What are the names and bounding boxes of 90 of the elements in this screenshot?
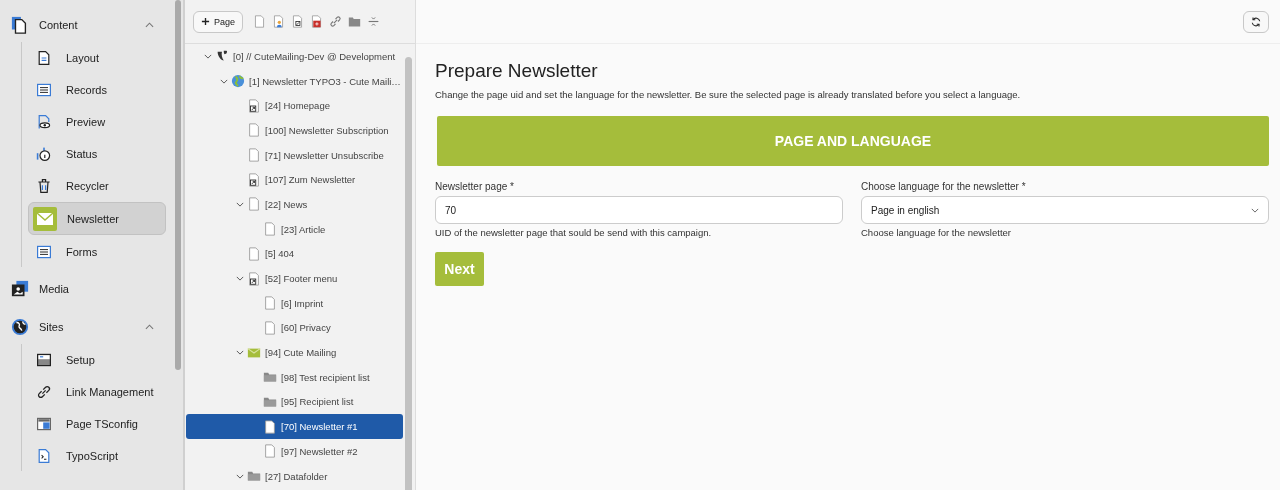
module-item[interactable]: Preview (28, 106, 166, 137)
chevron-icon[interactable] (203, 53, 212, 59)
refresh-icon (1250, 15, 1262, 28)
page-icon (263, 296, 277, 311)
layout-icon (36, 415, 52, 432)
shortcut-page-icon (247, 271, 261, 286)
tree-node[interactable]: [94] Cute Mailing (186, 340, 403, 365)
list-icon (36, 81, 52, 98)
page-icon (11, 16, 29, 34)
shortcut-page-icon (247, 98, 261, 113)
input-field[interactable]: 70 (435, 196, 843, 224)
link-icon (36, 383, 52, 400)
scrollbar-thumb[interactable] (175, 0, 181, 370)
plus-icon (201, 17, 210, 26)
window-icon (36, 351, 52, 368)
chevron-icon[interactable] (235, 201, 244, 207)
page-icon (263, 419, 277, 434)
tree-node[interactable]: [6] Imprint (186, 290, 403, 316)
tree-node[interactable]: [24] Homepage (186, 93, 403, 119)
globe-icon (11, 318, 29, 336)
folder-icon[interactable] (348, 15, 362, 28)
module-item[interactable]: Link Management (28, 376, 166, 407)
help-text: UID of the newsletter page that sould be send with this campaign. (435, 227, 713, 238)
tree-node[interactable]: [52] Footer menu (186, 266, 403, 291)
module-item[interactable]: Setup (28, 344, 166, 375)
help-text: Choose language for the newsletter (861, 227, 1012, 238)
chevron-icon[interactable] (219, 78, 228, 84)
description: Change the page uid and set the language for the newsletter. Be sure the selected page is already translated before you select a language. (435, 89, 1022, 100)
eye-icon (36, 113, 52, 130)
chevron-icon[interactable] (235, 350, 244, 356)
tree-node[interactable]: [95] Recipient list (186, 389, 403, 415)
page-plus-icon[interactable] (310, 15, 324, 28)
page-icon (247, 148, 261, 163)
divider-icon[interactable] (367, 15, 381, 28)
shortcut-page-icon[interactable] (291, 15, 305, 28)
module-group-label[interactable]: Media (39, 283, 174, 295)
chevron-icon[interactable] (235, 276, 244, 282)
tree-node[interactable]: [1] Newsletter TYPO3 - Cute Maili… (186, 68, 403, 94)
list-icon (36, 243, 52, 260)
tree-node[interactable]: [60] Privacy (186, 315, 403, 341)
image-icon (11, 280, 29, 298)
page-title: Prepare Newsletter (435, 60, 599, 82)
page-icon (263, 222, 277, 237)
document-icon (36, 49, 52, 66)
tree-node[interactable]: [107] Zum Newsletter (186, 167, 403, 193)
chevron-icon[interactable] (235, 473, 244, 479)
terminal-file-icon (36, 447, 52, 464)
field-label: Newsletter page * (435, 181, 515, 192)
module-item[interactable]: Records (28, 74, 166, 105)
chevron-icon[interactable] (145, 22, 154, 28)
tree-node[interactable]: [70] Newsletter #1 (186, 414, 403, 439)
module-item[interactable]: Forms (28, 236, 166, 267)
field-label: Choose language for the newsletter * (861, 181, 1027, 192)
tree-node[interactable]: [27] Datafolder (186, 463, 403, 489)
envelope-icon (33, 206, 57, 231)
module-item[interactable]: Status (28, 138, 166, 169)
module-item[interactable]: Recycler (28, 170, 166, 201)
page-icon (247, 246, 261, 261)
page-icon (247, 123, 261, 138)
info-icon (36, 145, 52, 162)
reload-button[interactable] (1243, 10, 1269, 33)
module-item[interactable]: Newsletter (28, 202, 166, 235)
section-banner: PAGE AND LANGUAGE (437, 116, 1269, 166)
link-icon[interactable] (329, 15, 343, 28)
page-icon (263, 320, 277, 335)
module-item[interactable]: Page TSconfig (28, 408, 166, 439)
tree-node[interactable]: [0] // CuteMailing-Dev @ Development (186, 44, 403, 69)
tree-node[interactable]: [71] Newsletter Unsubscribe (186, 142, 403, 168)
select-field[interactable]: Page in english (861, 196, 1269, 224)
tree-node[interactable]: [5] 404 (186, 241, 403, 267)
tree-node[interactable]: [98] Test recipient list (186, 364, 403, 390)
envelope-icon (247, 345, 261, 360)
module-group-label[interactable]: Content (39, 19, 145, 31)
chevron-icon (1251, 207, 1259, 213)
page-icon (247, 197, 261, 212)
tree-node[interactable]: [23] Article (186, 216, 403, 242)
module-group-label[interactable]: Sites (39, 321, 145, 333)
shortcut-page-icon (247, 172, 261, 187)
scrollbar-thumb[interactable] (405, 57, 412, 490)
trash-icon (36, 177, 52, 194)
globe-icon (231, 74, 245, 89)
module-item[interactable]: Layout (28, 42, 166, 73)
chevron-icon[interactable] (145, 324, 154, 330)
tree-node[interactable]: [100] Newsletter Subscription (186, 118, 403, 143)
tree-node[interactable]: [22] News (186, 192, 403, 217)
module-item[interactable]: TypoScript (28, 440, 166, 471)
new-page-button[interactable]: Page (193, 10, 244, 33)
page-user-icon[interactable] (272, 15, 286, 28)
page-icon (263, 444, 277, 459)
tree-node[interactable]: [97] Newsletter #2 (186, 439, 403, 464)
